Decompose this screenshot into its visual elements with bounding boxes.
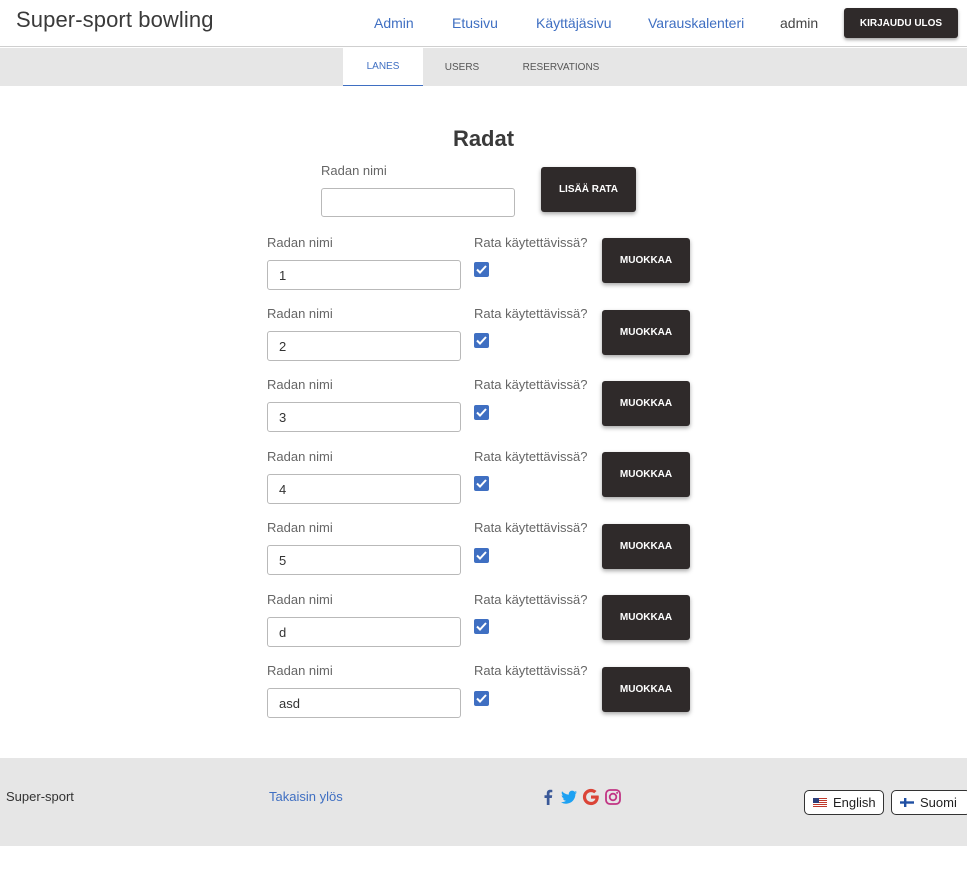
checkmark-icon: [476, 408, 487, 417]
lane-name-input[interactable]: [267, 688, 461, 718]
edit-lane-button[interactable]: MUOKKAA: [602, 238, 690, 283]
checkmark-icon: [476, 551, 487, 560]
instagram-icon[interactable]: [604, 788, 622, 806]
nav-link-varauskalenteri[interactable]: Varauskalenteri: [648, 15, 744, 31]
lane-name-label: Radan nimi: [267, 520, 333, 535]
lane-available-label: Rata käytettävissä?: [474, 520, 588, 535]
lane-available-label: Rata käytettävissä?: [474, 663, 588, 678]
page-footer: Super-sport Takaisin ylös English Suomi: [0, 758, 967, 846]
logout-button[interactable]: KIRJAUDU ULOS: [844, 8, 958, 38]
lane-name-label: Radan nimi: [267, 592, 333, 607]
lane-name-label: Radan nimi: [267, 377, 333, 392]
edit-lane-button[interactable]: MUOKKAA: [602, 595, 690, 640]
tab-users[interactable]: USERS: [423, 48, 501, 86]
lane-name-input[interactable]: [267, 617, 461, 647]
nav-link-admin[interactable]: Admin: [374, 15, 414, 31]
lane-available-checkbox[interactable]: [474, 333, 489, 348]
nav-link-kayttajasivu[interactable]: Käyttäjäsivu: [536, 15, 611, 31]
lane-name-label: Radan nimi: [267, 663, 333, 678]
lane-available-checkbox[interactable]: [474, 548, 489, 563]
back-to-top-link[interactable]: Takaisin ylös: [269, 789, 343, 804]
lane-name-label: Radan nimi: [267, 235, 333, 250]
nav-link-etusivu[interactable]: Etusivu: [452, 15, 498, 31]
edit-lane-button[interactable]: MUOKKAA: [602, 524, 690, 569]
checkmark-icon: [476, 336, 487, 345]
checkmark-icon: [476, 694, 487, 703]
finland-flag-icon: [900, 798, 914, 807]
footer-copyright: Super-sport: [6, 789, 74, 804]
lane-name-label: Radan nimi: [267, 449, 333, 464]
top-navbar: Super-sport bowling Admin Etusivu Käyttä…: [0, 0, 967, 47]
add-lane-name-input[interactable]: [321, 188, 515, 217]
us-flag-icon: [813, 798, 827, 807]
checkmark-icon: [476, 479, 487, 488]
lane-available-checkbox[interactable]: [474, 619, 489, 634]
lane-available-checkbox[interactable]: [474, 691, 489, 706]
checkmark-icon: [476, 622, 487, 631]
add-lane-name-label: Radan nimi: [321, 163, 387, 178]
language-english-label: English: [833, 795, 876, 810]
lane-name-input[interactable]: [267, 545, 461, 575]
lane-available-checkbox[interactable]: [474, 476, 489, 491]
tab-reservations[interactable]: RESERVATIONS: [501, 48, 621, 86]
admin-tab-bar: LANES USERS RESERVATIONS: [0, 48, 967, 86]
google-icon[interactable]: [582, 788, 600, 806]
lane-available-checkbox[interactable]: [474, 262, 489, 277]
twitter-icon[interactable]: [560, 788, 578, 806]
lane-available-label: Rata käytettävissä?: [474, 449, 588, 464]
lane-name-input[interactable]: [267, 474, 461, 504]
lane-available-checkbox[interactable]: [474, 405, 489, 420]
edit-lane-button[interactable]: MUOKKAA: [602, 452, 690, 497]
edit-lane-button[interactable]: MUOKKAA: [602, 667, 690, 712]
lane-available-label: Rata käytettävissä?: [474, 235, 588, 250]
language-finnish-label: Suomi: [920, 795, 957, 810]
facebook-icon[interactable]: [539, 788, 557, 806]
edit-lane-button[interactable]: MUOKKAA: [602, 310, 690, 355]
current-username: admin: [780, 15, 819, 31]
checkmark-icon: [476, 265, 487, 274]
brand-title[interactable]: Super-sport bowling: [16, 7, 214, 33]
lane-available-label: Rata käytettävissä?: [474, 592, 588, 607]
tab-lanes[interactable]: LANES: [343, 48, 423, 86]
add-lane-button[interactable]: LISÄÄ RATA: [541, 167, 636, 212]
page-title: Radat: [452, 126, 515, 151]
lane-available-label: Rata käytettävissä?: [474, 306, 588, 321]
lane-name-input[interactable]: [267, 260, 461, 290]
language-english-button[interactable]: English: [804, 790, 884, 815]
language-finnish-button[interactable]: Suomi: [891, 790, 967, 815]
lane-name-label: Radan nimi: [267, 306, 333, 321]
lane-available-label: Rata käytettävissä?: [474, 377, 588, 392]
lane-name-input[interactable]: [267, 331, 461, 361]
lane-name-input[interactable]: [267, 402, 461, 432]
edit-lane-button[interactable]: MUOKKAA: [602, 381, 690, 426]
